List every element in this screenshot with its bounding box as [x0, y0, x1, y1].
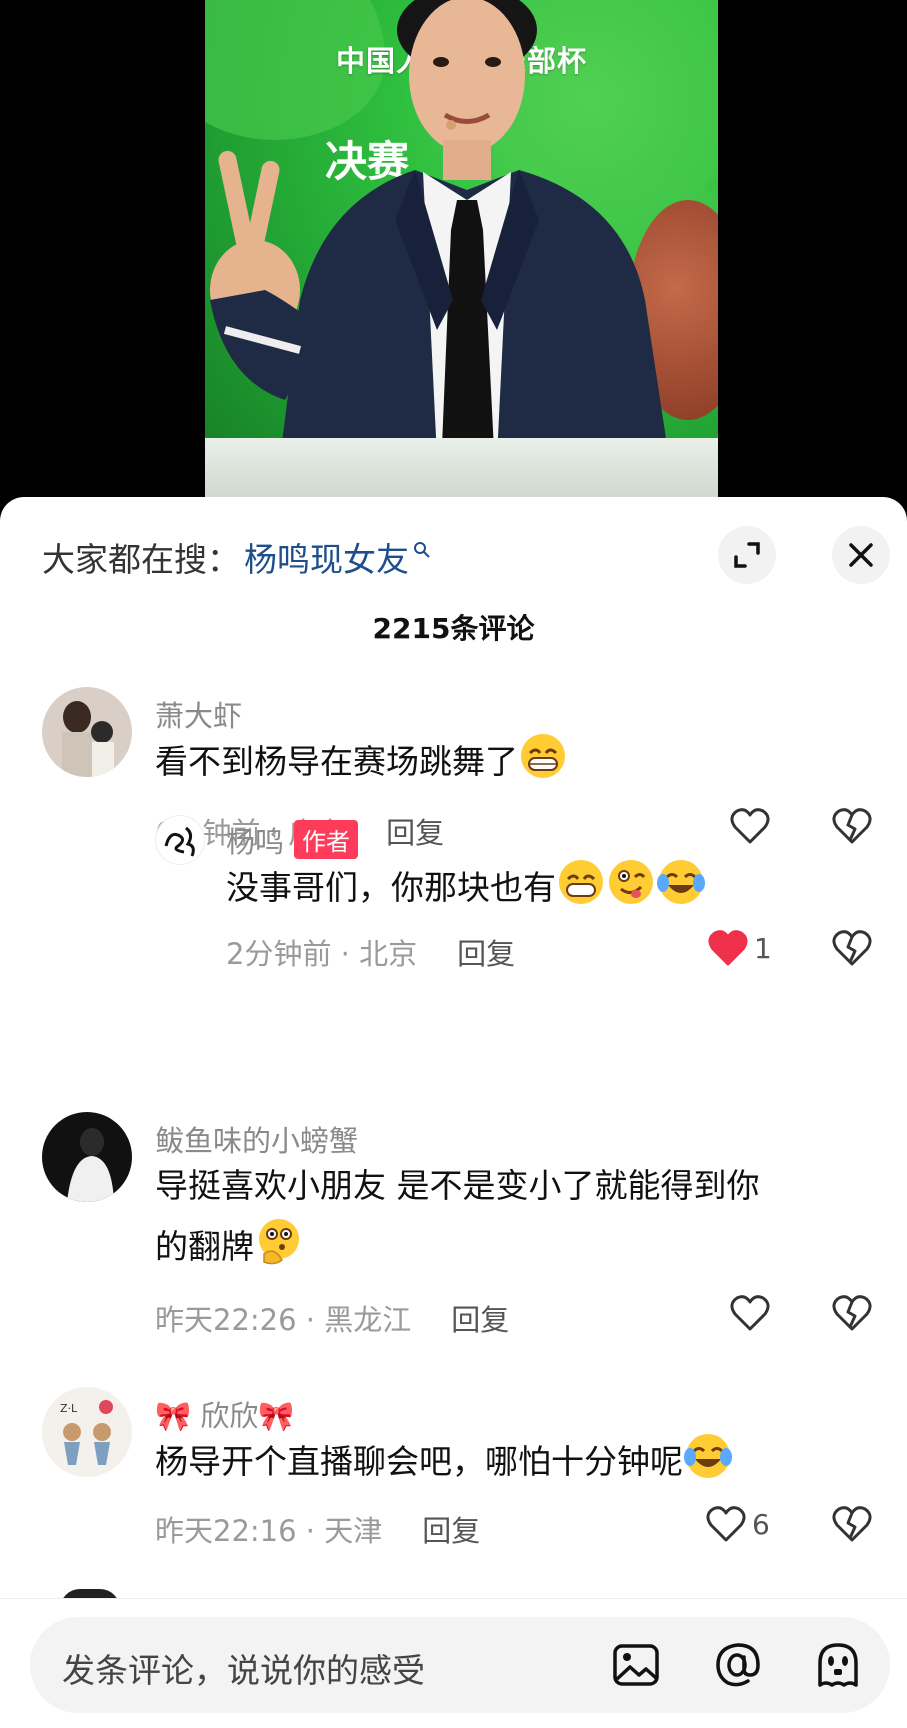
- comment-text-line1: 导挺喜欢小朋友 是不是变小了就能得到你: [155, 1166, 760, 1205]
- video-player[interactable]: 中国人寿 俱乐部杯 20 6 决赛: [0, 0, 907, 520]
- laugh-cry-emoji-icon: [657, 860, 705, 904]
- comment-meta: 昨天22:26 · 黑龙江 回复: [155, 1297, 509, 1339]
- heart-icon: [730, 1295, 770, 1331]
- svg-text:Z·L: Z·L: [60, 1402, 78, 1415]
- broken-heart-icon: [832, 1506, 872, 1542]
- comment-text-line2: 的翻牌: [155, 1216, 304, 1277]
- comment-time: 昨天22:16 · 天津: [155, 1514, 383, 1548]
- comment-input-bar: 发条评论，说说你的感受: [0, 1598, 907, 1728]
- avatar[interactable]: [42, 1112, 132, 1202]
- comment-meta: 昨天22:16 · 天津 回复: [155, 1508, 480, 1550]
- avatar[interactable]: [42, 687, 132, 777]
- like-button[interactable]: [730, 807, 776, 845]
- search-icon: [414, 542, 430, 558]
- dislike-button[interactable]: [832, 1505, 872, 1547]
- close-icon: [849, 543, 873, 567]
- reply-meta: 2分钟前 · 北京 回复: [226, 931, 515, 973]
- broken-heart-icon: [832, 808, 872, 844]
- comment-text: 看不到杨导在赛场跳舞了: [155, 731, 568, 792]
- reply-button[interactable]: 回复: [451, 1303, 509, 1337]
- dislike-button[interactable]: [832, 807, 872, 849]
- grin-emoji-icon: [559, 860, 603, 904]
- like-button[interactable]: 6: [706, 1505, 770, 1543]
- expand-icon: [734, 542, 760, 568]
- author-badge: 作者: [294, 820, 359, 859]
- image-button[interactable]: [608, 1637, 664, 1693]
- comment-count: 2215条评论: [372, 612, 535, 645]
- reply-text: 没事哥们，你那块也有: [226, 857, 706, 918]
- reply-username[interactable]: 杨鸣 作者: [226, 819, 359, 861]
- comment-username[interactable]: 萧大虾: [155, 693, 242, 735]
- reply-time: 2分钟前 · 北京: [226, 937, 418, 971]
- broken-heart-icon: [832, 930, 872, 966]
- mention-button[interactable]: [710, 1637, 766, 1693]
- like-button[interactable]: [730, 1294, 776, 1332]
- video-frame: 中国人寿 俱乐部杯 20 6 决赛: [205, 0, 718, 498]
- trending-search-prefix: 大家都在搜：: [42, 540, 240, 579]
- at-icon: [716, 1643, 760, 1687]
- comment-input-placeholder: 发条评论，说说你的感受: [62, 1651, 425, 1690]
- trending-search[interactable]: 大家都在搜： 杨鸣现女友: [42, 533, 431, 581]
- dislike-button[interactable]: [832, 929, 872, 971]
- emoji-button[interactable]: [810, 1637, 866, 1693]
- expand-button[interactable]: [718, 526, 776, 584]
- like-button[interactable]: 1: [708, 929, 772, 967]
- reply-button[interactable]: 回复: [386, 816, 444, 850]
- heart-icon: [730, 808, 770, 844]
- desk: [205, 438, 718, 498]
- wink-tongue-emoji-icon: [609, 860, 653, 904]
- reply-button[interactable]: 回复: [457, 937, 515, 971]
- like-count: 6: [752, 1507, 770, 1541]
- comment-time: 昨天22:26 · 黑龙江: [155, 1303, 412, 1337]
- thinking-emoji-icon: [259, 1219, 299, 1265]
- author-avatar[interactable]: [155, 815, 205, 865]
- laugh-cry-emoji-icon: [684, 1434, 732, 1478]
- comment-username[interactable]: 🎀 欣欣🎀: [155, 1393, 294, 1435]
- reply-button[interactable]: 回复: [422, 1514, 480, 1548]
- heart-icon: [706, 1506, 746, 1542]
- avatar[interactable]: Z·L: [42, 1387, 132, 1477]
- comment-sheet: 大家都在搜： 杨鸣现女友 2215条评论 萧大虾 看不到杨导在赛场跳舞了 6分钟…: [0, 497, 907, 1728]
- broken-heart-icon: [832, 1295, 872, 1331]
- close-button[interactable]: [832, 526, 890, 584]
- trending-search-term[interactable]: 杨鸣现女友: [244, 533, 409, 581]
- comment-input[interactable]: 发条评论，说说你的感受: [30, 1617, 890, 1713]
- dislike-button[interactable]: [832, 1294, 872, 1336]
- host-figure: [210, 0, 675, 498]
- like-count: 1: [754, 931, 772, 965]
- emoji-icon: [818, 1643, 858, 1687]
- image-icon: [613, 1644, 659, 1686]
- grin-emoji-icon: [521, 734, 565, 778]
- heart-filled-icon: [708, 930, 748, 966]
- comment-username[interactable]: 鲅鱼味的小螃蟹: [155, 1118, 358, 1160]
- comment-text: 杨导开个直播聊会吧，哪怕十分钟呢: [155, 1431, 733, 1492]
